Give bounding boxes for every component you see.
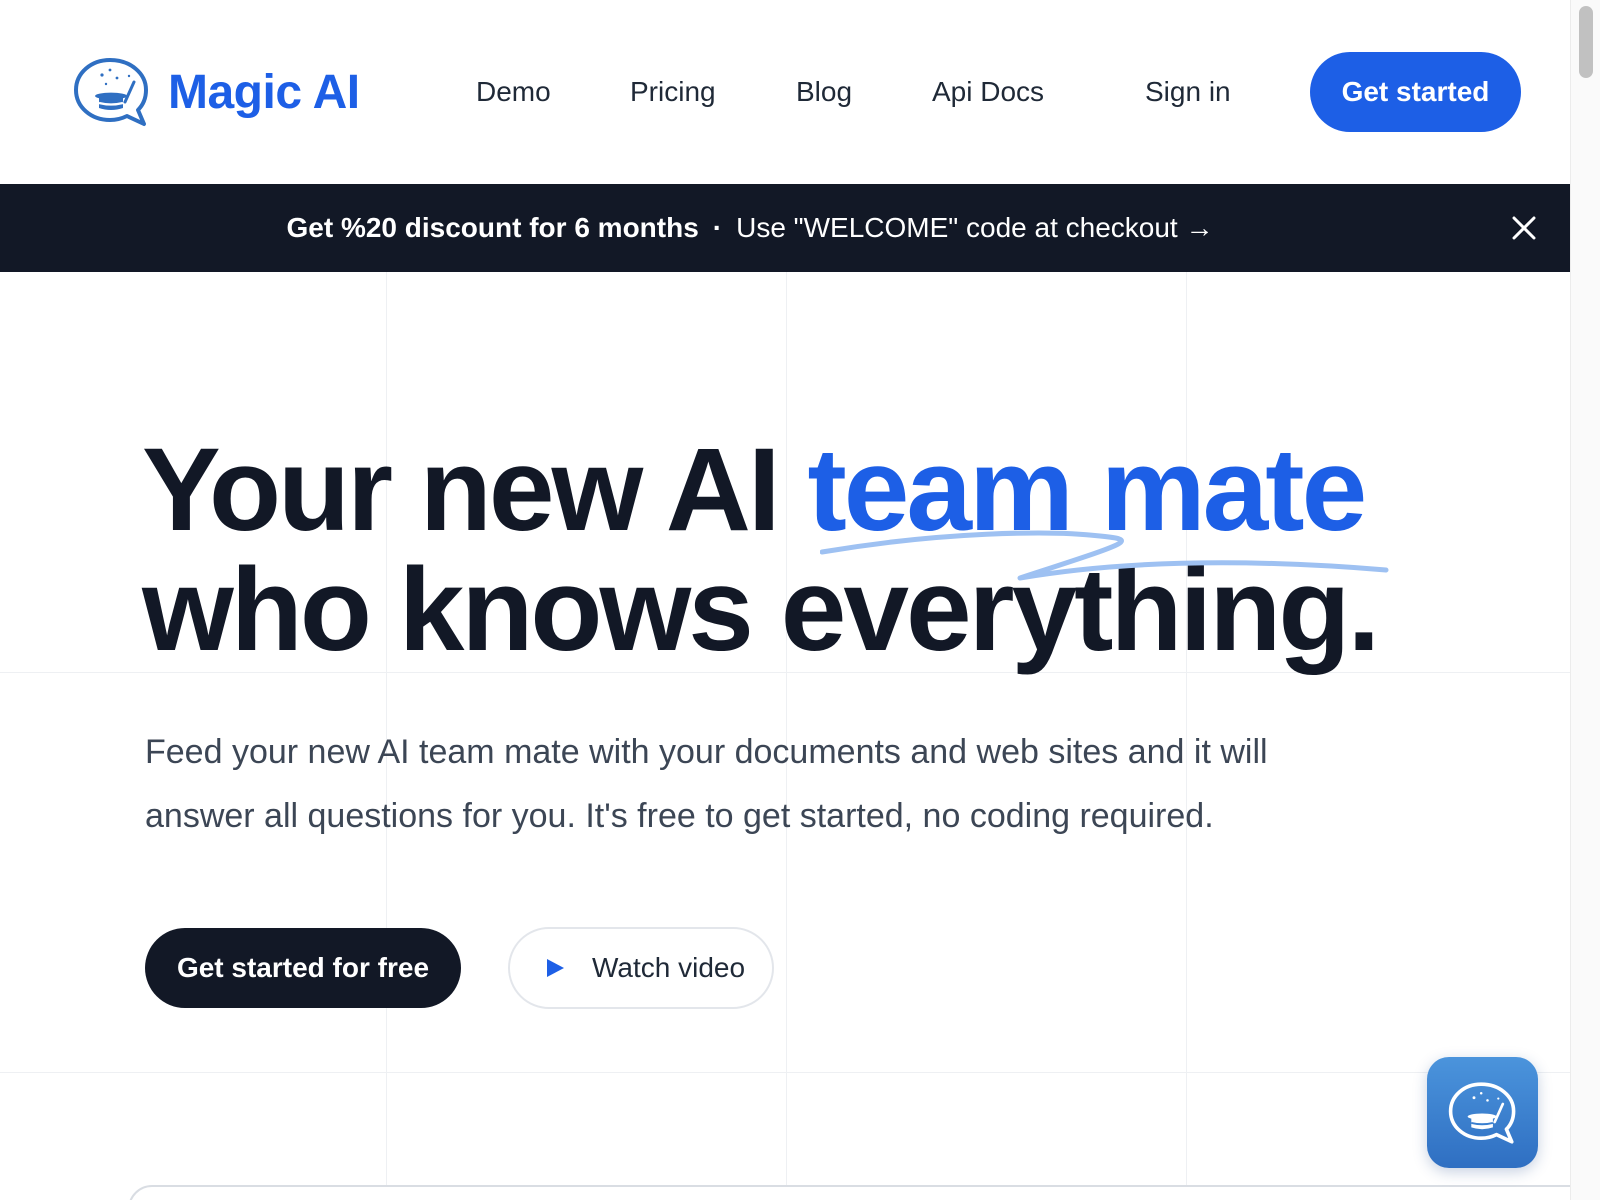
grid-line — [0, 1072, 1570, 1073]
play-icon — [547, 959, 564, 977]
vertical-scrollbar[interactable] — [1570, 0, 1600, 1200]
get-started-button[interactable]: Get started — [1310, 52, 1521, 132]
chat-widget-button[interactable] — [1427, 1057, 1538, 1168]
site-header: Magic AI Demo Pricing Blog Api Docs Sign… — [0, 0, 1570, 184]
nav-link-demo[interactable]: Demo — [476, 72, 551, 112]
magic-hat-chat-bubble-icon — [1448, 1081, 1515, 1144]
nav-link-blog[interactable]: Blog — [796, 72, 852, 112]
watch-video-button[interactable]: Watch video — [508, 927, 774, 1009]
promo-separator: · — [712, 212, 723, 243]
promo-banner[interactable]: Get %20 discount for 6 months · Use "WEL… — [0, 184, 1570, 272]
nav-link-pricing[interactable]: Pricing — [630, 72, 716, 112]
hero-title: Your new AI team mate who knows everythi… — [142, 430, 1380, 676]
hero-title-text: Your new AI — [142, 424, 808, 556]
get-started-free-button[interactable]: Get started for free — [145, 928, 461, 1008]
brand-name: Magic AI — [168, 65, 360, 119]
scrollbar-thumb[interactable] — [1579, 6, 1593, 78]
landing-page: Magic AI Demo Pricing Blog Api Docs Sign… — [0, 0, 1600, 1200]
promo-code-text: Use "WELCOME" code at checkout → — [736, 212, 1214, 243]
sign-in-link[interactable]: Sign in — [1145, 72, 1231, 112]
hero-title-accent: team mate — [807, 424, 1368, 556]
magic-hat-chat-bubble-icon — [74, 58, 148, 126]
logo-link[interactable]: Magic AI — [72, 56, 360, 128]
close-icon[interactable] — [1506, 210, 1542, 246]
watch-video-label: Watch video — [592, 952, 746, 983]
nav-link-api-docs[interactable]: Api Docs — [932, 72, 1044, 112]
hero-title-line-1: Your new AI team mate — [142, 430, 1377, 550]
promo-banner-content: Get %20 discount for 6 months · Use "WEL… — [287, 212, 1214, 244]
hero-subtitle: Feed your new AI team mate with your doc… — [145, 733, 1268, 835]
hero-title-line-2: who knows everything. — [142, 544, 1380, 676]
promo-discount-text: Get %20 discount for 6 months — [286, 212, 699, 243]
demo-card — [128, 1185, 1600, 1200]
